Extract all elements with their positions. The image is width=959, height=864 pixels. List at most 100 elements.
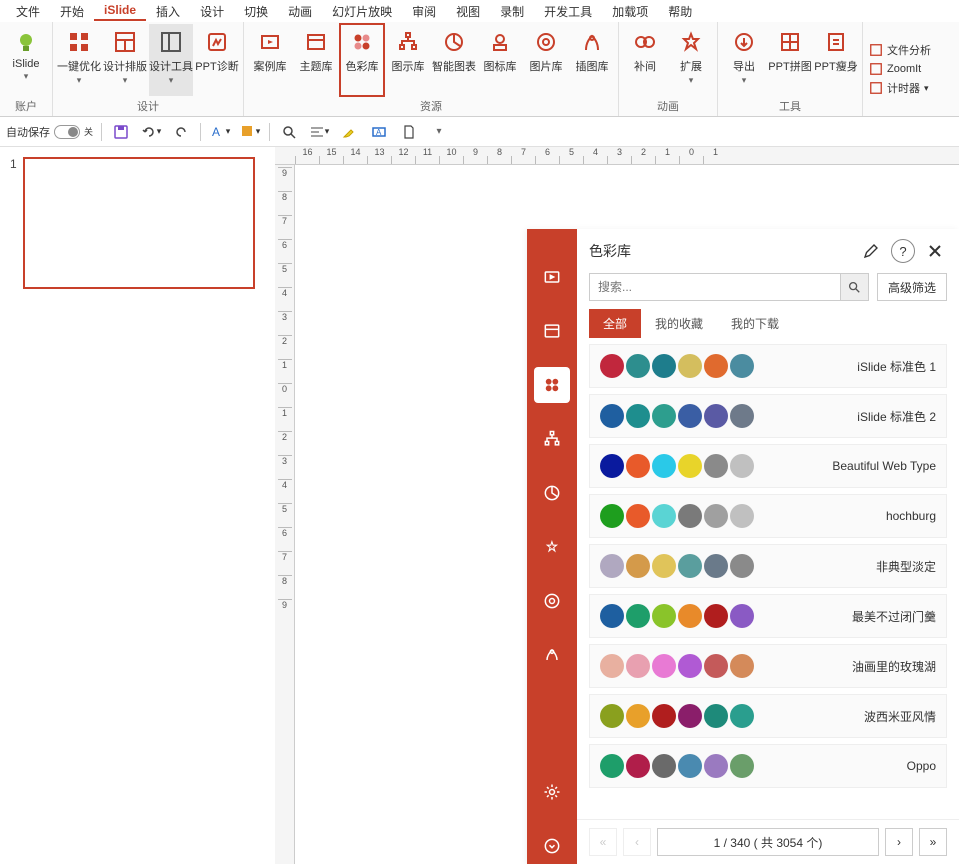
sidebar-illust-icon[interactable] [534, 637, 570, 673]
help-icon[interactable]: ? [891, 239, 915, 263]
toggle-switch[interactable] [54, 125, 80, 139]
ribbon-theme-button[interactable]: 主题库 [294, 24, 338, 96]
ribbon-chart-button[interactable]: 智能图表 [432, 24, 476, 96]
ribbon-tween-button[interactable]: 补间 [623, 24, 667, 96]
ribbon-extend-button[interactable]: 扩展▾ [669, 24, 713, 96]
slide-thumbnail[interactable] [23, 157, 255, 289]
color-swatch [730, 654, 754, 678]
colorlib-main: 色彩库 ? 高级筛选 全部我的收藏我的下载 iSlide 标准色 1iSlide… [577, 229, 959, 864]
pager-next-button[interactable]: › [885, 828, 913, 856]
ribbon-case-button[interactable]: 案例库 [248, 24, 292, 96]
palette-row[interactable]: 波西米亚风情 [589, 694, 947, 738]
color-swatch [626, 604, 650, 628]
sidebar-palette-icon[interactable] [534, 367, 570, 403]
ribbon-group-label: 动画 [623, 96, 713, 116]
slide-thumbnail-panel: 1 [0, 147, 275, 864]
new-file-icon[interactable] [398, 121, 420, 143]
export-icon [732, 30, 756, 54]
pager-prev-button[interactable]: ‹ [623, 828, 651, 856]
undo-icon[interactable]: ▾ [140, 121, 162, 143]
sidebar-collapse-icon[interactable] [534, 828, 570, 864]
ribbon-tools-button[interactable]: 设计工具▾ [149, 24, 193, 96]
pager-first-button[interactable]: « [589, 828, 617, 856]
menu-item-12[interactable]: 加载项 [602, 1, 658, 22]
palette-row[interactable]: 油画里的玫瑰湖 [589, 644, 947, 688]
colorlib-tab-2[interactable]: 我的下载 [717, 309, 793, 338]
color-swatch [652, 704, 676, 728]
color-swatch [704, 454, 728, 478]
advanced-filter-button[interactable]: 高级筛选 [877, 273, 947, 301]
ribbon-slim-button[interactable]: PPT瘦身 [814, 24, 858, 96]
menu-item-9[interactable]: 视图 [446, 1, 490, 22]
grid-icon [67, 30, 91, 54]
sidebar-images-icon[interactable] [534, 583, 570, 619]
palette-row[interactable]: Beautiful Web Type [589, 444, 947, 488]
color-swatch [600, 704, 624, 728]
close-icon[interactable] [923, 239, 947, 263]
colorlib-tab-0[interactable]: 全部 [589, 309, 641, 338]
highlight-icon[interactable] [338, 121, 360, 143]
color-swatch [678, 354, 702, 378]
ribbon-puzzle-button[interactable]: PPT拼图 [768, 24, 812, 96]
palette-row[interactable]: Oppo [589, 744, 947, 788]
ribbon-islide-button[interactable]: iSlide▾ [4, 24, 48, 96]
menu-item-11[interactable]: 开发工具 [534, 1, 602, 22]
redo-icon[interactable] [170, 121, 192, 143]
zoom-icon[interactable] [278, 121, 300, 143]
color-swatch [652, 754, 676, 778]
menu-item-8[interactable]: 审阅 [402, 1, 446, 22]
text-format-icon[interactable]: A▾ [209, 121, 231, 143]
ribbon-illust-button[interactable]: 插图库 [570, 24, 614, 96]
pager-last-button[interactable]: » [919, 828, 947, 856]
colorlib-tab-1[interactable]: 我的收藏 [641, 309, 717, 338]
menu-item-5[interactable]: 切换 [234, 1, 278, 22]
ribbon-grid-button[interactable]: 一键优化▾ [57, 24, 101, 96]
ribbon-diagnose-button[interactable]: PPT诊断 [195, 24, 239, 96]
shape-fill-icon[interactable]: ▾ [239, 121, 261, 143]
align-icon[interactable]: ▾ [308, 121, 330, 143]
menu-item-0[interactable]: 文件 [6, 1, 50, 22]
palette-row[interactable]: hochburg [589, 494, 947, 538]
sidebar-diagram-icon[interactable] [534, 421, 570, 457]
palette-row[interactable]: 非典型淡定 [589, 544, 947, 588]
search-button[interactable] [840, 274, 868, 300]
ribbon-palette-button[interactable]: 色彩库 [340, 24, 384, 96]
menu-item-13[interactable]: 帮助 [658, 1, 702, 22]
menu-item-4[interactable]: 设计 [190, 1, 234, 22]
color-swatch [704, 654, 728, 678]
colorlib-pager: « ‹ 1 / 340 ( 共 3054 个) › » [577, 819, 959, 864]
sidebar-icons-icon[interactable] [534, 529, 570, 565]
extend-icon [679, 30, 703, 54]
palette-row[interactable]: iSlide 标准色 2 [589, 394, 947, 438]
sidebar-theme-icon[interactable] [534, 313, 570, 349]
edit-icon[interactable] [859, 239, 883, 263]
ribbon-diagram-button[interactable]: 图示库 [386, 24, 430, 96]
tool-timer[interactable]: 计时器 ▾ [869, 80, 931, 96]
menu-item-3[interactable]: 插入 [146, 1, 190, 22]
palette-row[interactable]: iSlide 标准色 1 [589, 344, 947, 388]
ribbon-export-button[interactable]: 导出▾ [722, 24, 766, 96]
color-swatch [626, 554, 650, 578]
search-input-wrap [589, 273, 869, 301]
palette-row[interactable]: 最美不过闭门羹 [589, 594, 947, 638]
color-swatch [600, 404, 624, 428]
ribbon-icons-button[interactable]: 图标库 [478, 24, 522, 96]
save-icon[interactable] [110, 121, 132, 143]
sidebar-chart-icon[interactable] [534, 475, 570, 511]
menu-item-2[interactable]: iSlide [94, 1, 146, 21]
sidebar-case-icon[interactable] [534, 259, 570, 295]
color-swatch [730, 754, 754, 778]
tool-zoom[interactable]: ZoomIt [869, 62, 931, 76]
menu-item-7[interactable]: 幻灯片放映 [322, 1, 402, 22]
autosave-toggle[interactable]: 自动保存 关 [6, 124, 93, 140]
sidebar-settings-icon[interactable] [534, 774, 570, 810]
menu-item-1[interactable]: 开始 [50, 1, 94, 22]
search-input[interactable] [590, 274, 840, 300]
menu-item-6[interactable]: 动画 [278, 1, 322, 22]
more-icon[interactable]: ▾ [428, 121, 450, 143]
textbox-icon[interactable]: A [368, 121, 390, 143]
menu-item-10[interactable]: 录制 [490, 1, 534, 22]
tool-analyze[interactable]: 文件分析 [869, 42, 931, 58]
ribbon-layout-button[interactable]: 设计排版▾ [103, 24, 147, 96]
ribbon-images-button[interactable]: 图片库 [524, 24, 568, 96]
